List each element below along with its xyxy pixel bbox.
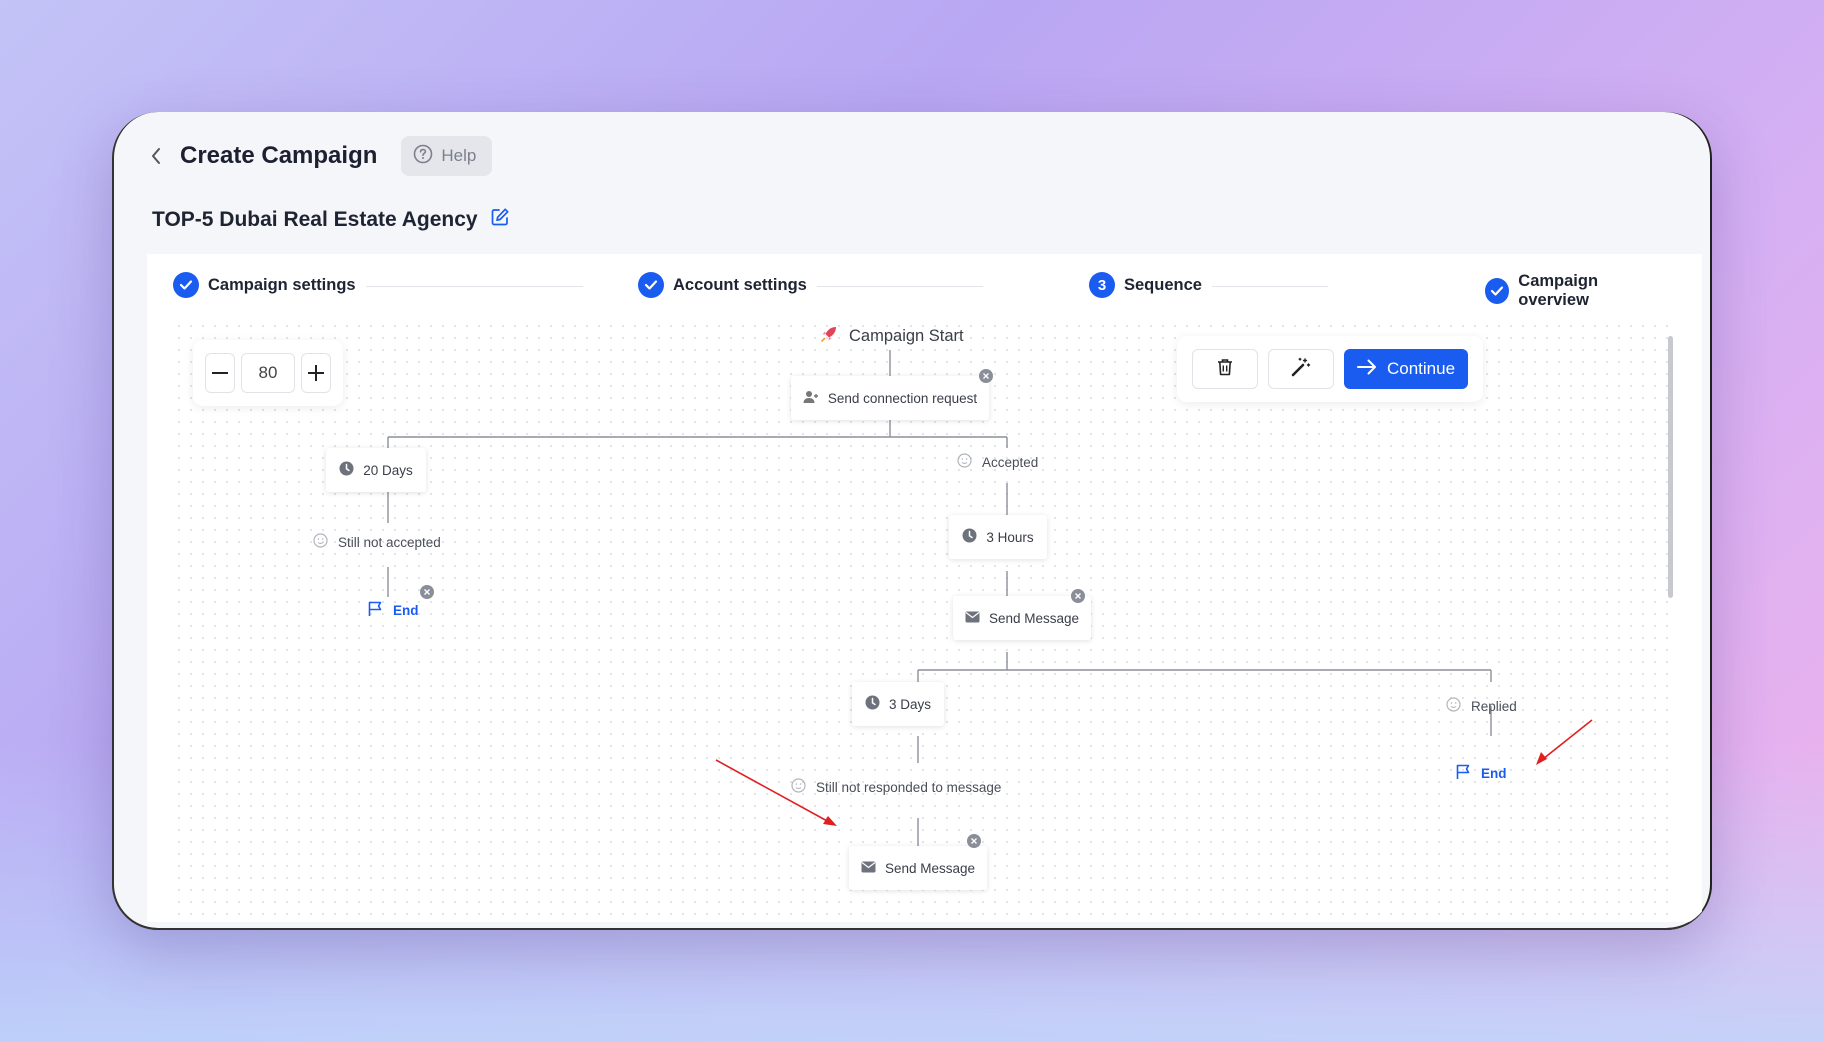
step-label: Campaign overview (1518, 272, 1599, 309)
canvas-scrollbar[interactable] (1668, 336, 1673, 598)
node-label: Send Message (884, 860, 976, 876)
smiley-icon (957, 453, 972, 471)
clock-icon (865, 695, 880, 713)
campaign-name-row: TOP-5 Dubai Real Estate Agency (152, 207, 510, 233)
zoom-controls: 80 (193, 340, 343, 406)
node-label: 20 Days (363, 462, 413, 478)
add-user-icon (803, 390, 819, 407)
replied-condition: Replied (1446, 697, 1517, 715)
arrow-right-icon (1356, 359, 1377, 380)
chevron-left-icon[interactable] (144, 144, 168, 168)
still-not-responded-condition: Still not responded to message (791, 778, 1001, 796)
close-icon[interactable] (979, 369, 993, 383)
step-label: Sequence (1124, 275, 1202, 294)
envelope-icon (965, 611, 980, 626)
flow-canvas[interactable]: Campaign Start Send connection request 2… (173, 320, 1673, 922)
still-not-accepted-condition: Still not accepted (313, 533, 441, 551)
stepper: Campaign settings Account settings 3 Seq… (173, 272, 1673, 310)
condition-label: Still not responded to message (816, 779, 1002, 795)
step-sequence[interactable]: 3 Sequence (1089, 272, 1212, 298)
check-icon (1485, 278, 1510, 304)
step-account-settings[interactable]: Account settings (638, 272, 817, 298)
send-connection-request-node[interactable]: Send connection request (791, 376, 989, 420)
step-label: Account settings (673, 275, 807, 294)
check-icon (173, 272, 199, 298)
smiley-icon (313, 533, 328, 551)
condition-label: Still not accepted (338, 534, 441, 550)
continue-label: Continue (1386, 359, 1456, 378)
end-node-1[interactable]: End (367, 601, 419, 620)
end-label: End (1481, 766, 1507, 781)
flag-icon (1455, 764, 1471, 783)
node-label: Send Message (988, 610, 1080, 626)
step-label: Campaign settings (208, 275, 356, 294)
header: Create Campaign Help (144, 136, 493, 176)
node-label: 3 Hours (986, 529, 1034, 545)
magic-wand-icon (1291, 357, 1311, 382)
clock-icon (339, 461, 354, 479)
continue-button[interactable]: Continue (1344, 349, 1468, 389)
sequence-panel: Campaign settings Account settings 3 Seq… (147, 254, 1702, 922)
zoom-in-button[interactable] (301, 353, 331, 393)
close-icon[interactable] (420, 585, 434, 599)
help-label: Help (441, 146, 477, 165)
end-label: End (393, 603, 419, 618)
edit-icon[interactable] (490, 207, 510, 233)
close-icon[interactable] (1071, 589, 1085, 603)
wait-3-days-node[interactable]: 3 Days (852, 682, 944, 726)
wait-3-hours-node[interactable]: 3 Hours (949, 515, 1047, 559)
step-campaign-overview[interactable]: Campaign overview (1485, 272, 1673, 310)
check-icon (638, 272, 664, 298)
envelope-icon (861, 861, 876, 876)
step-connector (343, 286, 583, 287)
end-node-2[interactable]: End (1455, 764, 1507, 783)
zoom-out-button[interactable] (205, 353, 235, 393)
wait-20-days-node[interactable]: 20 Days (326, 448, 426, 492)
help-button[interactable]: Help (401, 136, 493, 176)
campaign-start: Campaign Start (819, 324, 964, 349)
magic-wand-button[interactable] (1268, 349, 1334, 389)
send-message-node-2[interactable]: Send Message (849, 846, 987, 890)
zoom-level[interactable]: 80 (241, 353, 295, 393)
app-window: Create Campaign Help TOP-5 Dubai Real Es… (112, 112, 1712, 930)
rocket-icon (819, 324, 839, 349)
accepted-condition: Accepted (957, 453, 1038, 471)
condition-label: Replied (1471, 698, 1517, 714)
smiley-icon (1446, 697, 1461, 715)
trash-icon (1217, 358, 1233, 381)
question-circle-icon (413, 144, 433, 169)
clock-icon (962, 528, 977, 546)
step-campaign-settings[interactable]: Campaign settings (173, 272, 366, 298)
campaign-name: TOP-5 Dubai Real Estate Agency (152, 208, 478, 231)
condition-label: Accepted (982, 454, 1039, 470)
flag-icon (367, 601, 383, 620)
smiley-icon (791, 778, 806, 796)
campaign-start-label: Campaign Start (849, 327, 964, 345)
sequence-actions: Continue (1177, 336, 1483, 402)
delete-button[interactable] (1192, 349, 1258, 389)
node-label: 3 Days (888, 696, 932, 712)
step-number: 3 (1089, 272, 1115, 298)
page-title: Create Campaign (180, 142, 378, 169)
close-icon[interactable] (967, 834, 981, 848)
send-message-node-1[interactable]: Send Message (953, 596, 1091, 640)
node-label: Send connection request (827, 390, 978, 406)
